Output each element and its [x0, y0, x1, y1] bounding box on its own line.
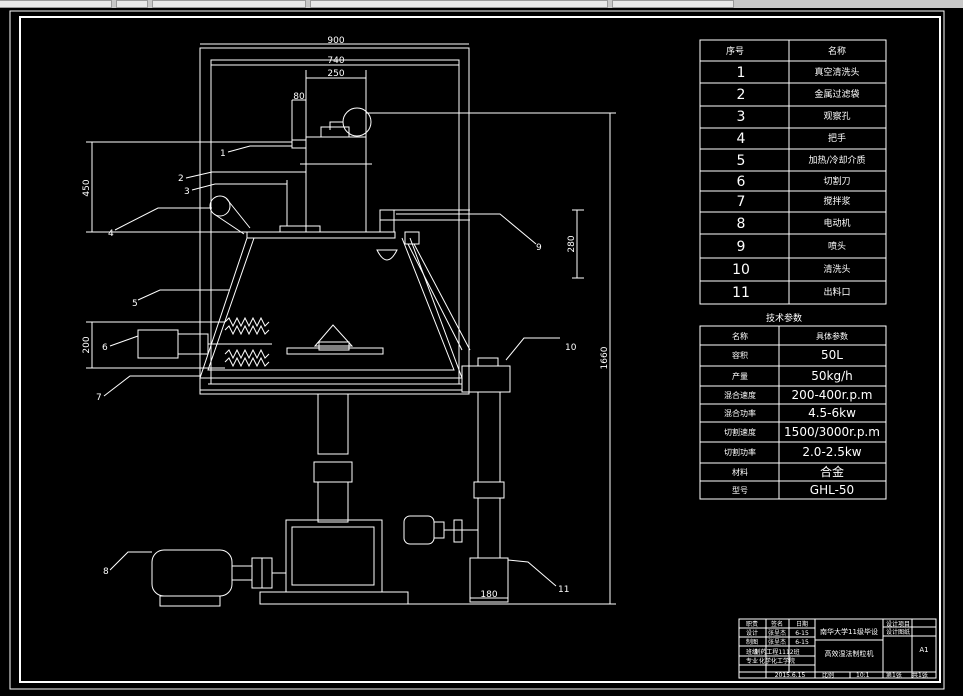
dim-1660: 1660	[600, 346, 610, 369]
title-block-cell: 张呈杰	[768, 629, 786, 637]
title-block-cell: 制药工程1112班	[754, 648, 799, 656]
callout-2: 2	[178, 174, 184, 184]
dim-250: 250	[327, 69, 344, 79]
parts-row-number: 9	[737, 239, 746, 255]
spec-row-value: 2.0-2.5kw	[802, 445, 861, 459]
spec-row-value: 200-400r.p.m	[792, 388, 873, 402]
spec-header-value: 具体参数	[816, 331, 848, 341]
title-block-cell: 张呈杰	[768, 638, 786, 646]
parts-row-name: 喷头	[828, 241, 846, 252]
callout-6: 6	[102, 343, 108, 353]
dim-180: 180	[480, 590, 497, 600]
spec-row-value: GHL-50	[810, 483, 854, 497]
title-block-scale: 10:1	[856, 672, 870, 679]
title-block-school: 南华大学11级毕设	[820, 627, 878, 636]
title-block-cell: 日期	[796, 620, 808, 628]
title-block-cell: 专业	[746, 657, 758, 665]
spec-row-name: 混合功率	[724, 408, 756, 418]
spec-row-value: 合金	[820, 464, 844, 479]
parts-row-name: 金属过滤袋	[814, 88, 859, 100]
parts-row-name: 搅拌浆	[823, 195, 850, 207]
machine-drawing	[137, 47, 511, 607]
title-block-cell: 职责	[746, 620, 758, 628]
title-block-cell: 制图	[746, 638, 758, 646]
title-block-label-drawing: 设计图纸	[886, 628, 910, 636]
dim-740: 740	[327, 56, 344, 66]
spec-table: 名称 具体参数 容积 50L 产量 50kg/h 混合速度 200-400r.p.m 混合功…	[699, 325, 887, 500]
spec-header-name: 名称	[732, 331, 748, 341]
title-block-cell: 6-15	[795, 630, 809, 637]
dim-80: 80	[293, 92, 305, 102]
spec-row-name: 型号	[732, 486, 748, 495]
callout-8: 8	[103, 567, 109, 577]
dim-900: 900	[327, 36, 344, 46]
spec-row-name: 切割速度	[724, 427, 756, 437]
parts-row-name: 观察孔	[823, 110, 850, 122]
spec-row-name: 混合速度	[724, 390, 756, 400]
parts-header-no: 序号	[726, 45, 744, 57]
spec-row-value: 50L	[821, 348, 843, 362]
spec-row-name: 容积	[732, 350, 748, 360]
title-block-cell: 6-15	[795, 639, 809, 646]
callout-4: 4	[108, 229, 114, 239]
parts-row-name: 清洗头	[823, 263, 850, 275]
cad-drawing: 900 740 250 80 450 280 200 1660 180 1 2 …	[9, 10, 945, 690]
parts-row-name: 电动机	[823, 217, 850, 229]
spec-row-value: 4.5-6kw	[808, 406, 856, 420]
spec-row-name: 材料	[732, 467, 748, 477]
title-block-date: 2015.6.15	[775, 672, 806, 679]
callout-11: 11	[558, 585, 569, 595]
parts-row-name: 真空清洗头	[814, 66, 859, 78]
spec-row-name: 切割功率	[724, 447, 756, 457]
callout-1: 1	[220, 149, 226, 159]
parts-row-number: 7	[737, 194, 746, 210]
spec-row-value: 50kg/h	[811, 369, 852, 383]
spec-row-name: 产量	[732, 371, 748, 381]
parts-row-number: 2	[737, 87, 746, 103]
inner-frame	[19, 16, 941, 683]
title-block-label-project: 设计项目	[886, 620, 910, 628]
parts-table: 序号 名称 1 真空清洗头 2 金属过滤袋 3 观察孔 4 把手 5 加热/冷却介质 6 切割刀 7 搅拌…	[699, 39, 887, 305]
dim-200: 200	[82, 336, 92, 353]
title-block-sheet: 第1张	[886, 671, 902, 679]
parts-header-name: 名称	[828, 45, 846, 57]
title-block-cell: 签名	[771, 620, 783, 628]
parts-row-number: 6	[737, 174, 746, 190]
title-block-cell: 设计	[746, 629, 758, 637]
title-block-scale-label: 比例	[822, 671, 834, 679]
parts-row-name: 切割刀	[823, 175, 850, 187]
callout-9: 9	[536, 243, 542, 253]
spec-table-title: 技术参数	[766, 312, 802, 324]
parts-row-name: 加热/冷却介质	[808, 154, 865, 166]
spec-row-value: 1500/3000r.p.m	[784, 425, 880, 439]
parts-row-name: 把手	[828, 132, 846, 144]
callout-10: 10	[565, 343, 577, 353]
parts-row-number: 11	[732, 285, 750, 301]
title-block-sheets-total: 共1张	[912, 671, 928, 679]
parts-row-number: 8	[737, 216, 746, 232]
title-block-cell: 化学化工学院	[759, 657, 795, 665]
callout-3: 3	[184, 187, 190, 197]
parts-row-name: 出料口	[823, 286, 850, 298]
title-block-size: A1	[919, 646, 928, 654]
parts-row-number: 5	[737, 153, 746, 169]
callout-7: 7	[96, 393, 102, 403]
callout-5: 5	[132, 299, 138, 309]
title-block-drawing-name: 高效湿法制粒机	[825, 649, 874, 658]
dim-450: 450	[82, 179, 92, 196]
parts-row-number: 3	[737, 109, 746, 125]
parts-row-number: 10	[732, 262, 750, 278]
parts-row-number: 1	[737, 65, 746, 81]
parts-row-number: 4	[737, 131, 746, 147]
dim-280: 280	[567, 235, 577, 252]
